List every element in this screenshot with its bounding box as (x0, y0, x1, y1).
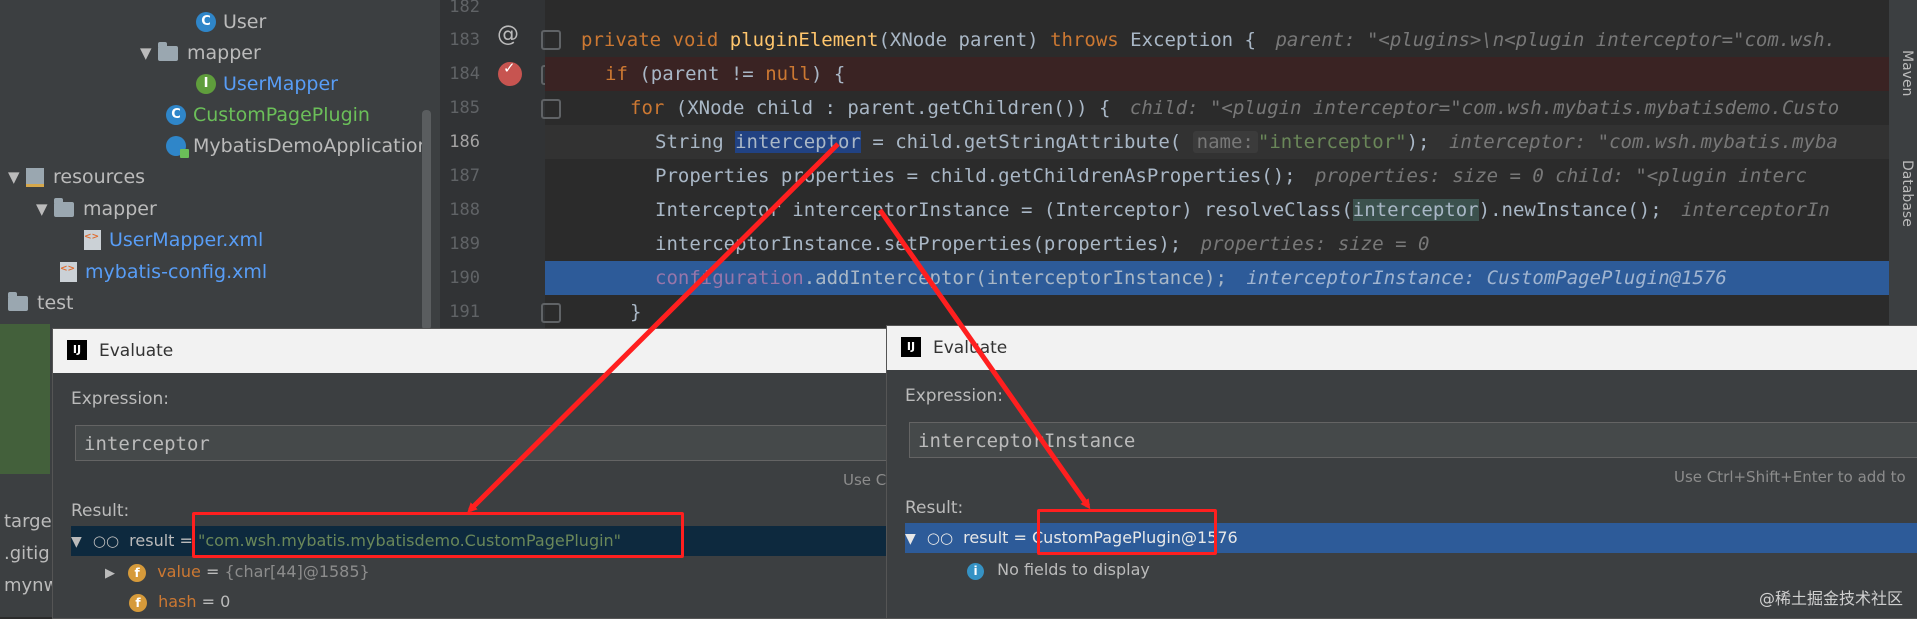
arrow-to-right-result (877, 208, 1091, 510)
arrow-to-left-result (467, 142, 840, 513)
watermark: @稀土掘金技术社区 (1758, 589, 1903, 608)
annotation-arrows (467, 142, 1091, 513)
